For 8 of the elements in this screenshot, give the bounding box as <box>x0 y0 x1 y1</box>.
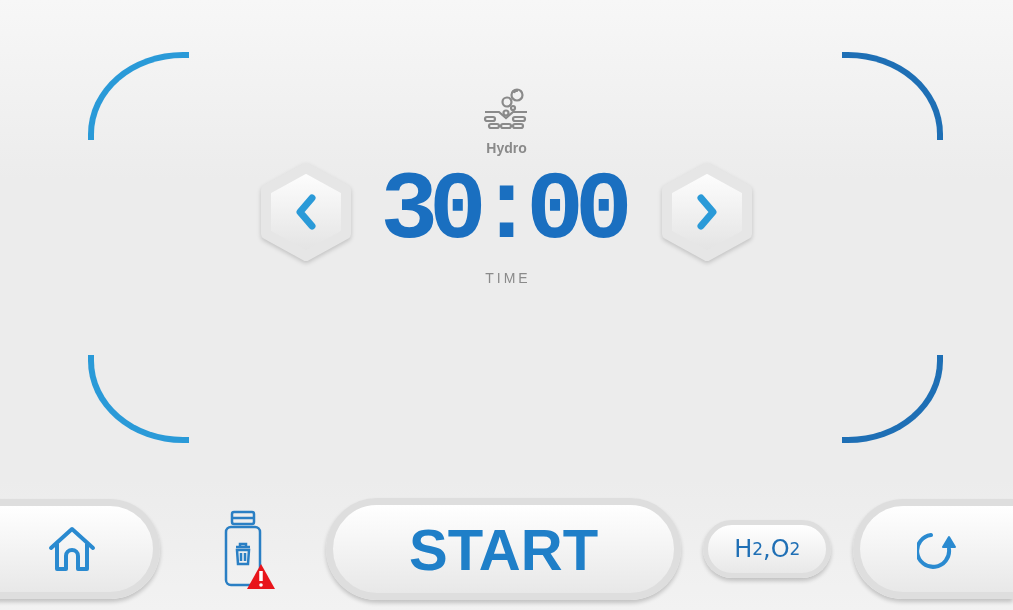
home-icon <box>47 526 98 572</box>
refresh-button[interactable] <box>853 499 1013 599</box>
bubbles-icon <box>483 88 530 130</box>
mode-label: Hydro <box>486 140 527 156</box>
start-button[interactable]: START <box>325 498 682 600</box>
time-display: 30:00 <box>380 162 626 262</box>
home-button[interactable] <box>0 499 160 599</box>
time-label: TIME <box>484 270 531 286</box>
